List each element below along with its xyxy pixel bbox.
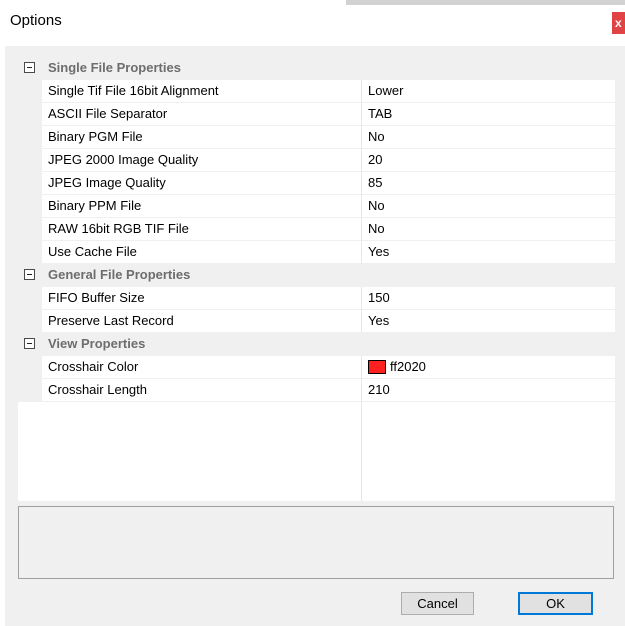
property-name: Single Tif File 16bit Alignment xyxy=(48,83,219,98)
title-bar[interactable]: Options x xyxy=(0,0,625,46)
property-row[interactable]: ASCII File Separator TAB xyxy=(18,103,615,126)
property-value[interactable]: Yes xyxy=(368,313,389,328)
property-grid: Single File Properties Single Tif File 1… xyxy=(18,57,615,501)
property-name: ASCII File Separator xyxy=(48,106,168,121)
category-row-general-file-properties[interactable]: General File Properties xyxy=(18,264,615,287)
cell-separator xyxy=(361,195,362,218)
category-label: Single File Properties xyxy=(48,60,181,75)
row-gutter xyxy=(18,287,42,310)
property-name: JPEG Image Quality xyxy=(48,175,166,190)
cell-separator xyxy=(361,172,362,195)
property-row[interactable]: RAW 16bit RGB TIF File No xyxy=(18,218,615,241)
close-icon: x xyxy=(615,16,622,30)
property-name: Preserve Last Record xyxy=(48,313,174,328)
property-row[interactable]: Crosshair Length 210 xyxy=(18,379,615,402)
property-value[interactable]: TAB xyxy=(368,106,392,121)
property-value[interactable]: No xyxy=(368,129,385,144)
ok-button[interactable]: OK xyxy=(518,592,593,615)
property-row[interactable]: JPEG Image Quality 85 xyxy=(18,172,615,195)
description-pane xyxy=(18,506,614,579)
collapse-icon[interactable] xyxy=(24,62,35,73)
property-value[interactable]: No xyxy=(368,221,385,236)
cell-separator xyxy=(361,149,362,172)
property-value[interactable]: 20 xyxy=(368,152,382,167)
cell-separator xyxy=(361,241,362,264)
category-label: View Properties xyxy=(48,336,146,351)
row-gutter xyxy=(18,310,42,333)
property-row[interactable]: Binary PGM File No xyxy=(18,126,615,149)
property-value[interactable]: 85 xyxy=(368,175,382,190)
property-name: Binary PGM File xyxy=(48,129,143,144)
property-row[interactable]: JPEG 2000 Image Quality 20 xyxy=(18,149,615,172)
window-title: Options xyxy=(10,12,62,29)
cell-separator xyxy=(361,356,362,379)
property-row[interactable]: Binary PPM File No xyxy=(18,195,615,218)
property-name: FIFO Buffer Size xyxy=(48,290,145,305)
row-gutter xyxy=(18,379,42,402)
cell-separator xyxy=(361,103,362,126)
collapse-icon[interactable] xyxy=(24,269,35,280)
cell-separator xyxy=(361,379,362,402)
property-name: RAW 16bit RGB TIF File xyxy=(48,221,189,236)
row-gutter xyxy=(18,218,42,241)
cell-separator xyxy=(361,310,362,333)
property-name: Crosshair Color xyxy=(48,359,139,374)
property-row[interactable]: Single Tif File 16bit Alignment Lower xyxy=(18,80,615,103)
row-gutter xyxy=(18,149,42,172)
property-row[interactable]: Crosshair Color ff2020 xyxy=(18,356,615,379)
category-label: General File Properties xyxy=(48,267,191,282)
category-row-single-file-properties[interactable]: Single File Properties xyxy=(18,57,615,80)
property-value[interactable]: No xyxy=(368,198,385,213)
property-row[interactable]: Preserve Last Record Yes xyxy=(18,310,615,333)
title-strip xyxy=(346,0,625,5)
dialog-client-area: Single File Properties Single Tif File 1… xyxy=(5,46,625,626)
collapse-icon[interactable] xyxy=(24,338,35,349)
options-dialog: Options x Single File Properties Single … xyxy=(0,0,625,626)
property-value[interactable]: ff2020 xyxy=(390,359,426,374)
cell-separator xyxy=(361,218,362,241)
property-value[interactable]: 150 xyxy=(368,290,390,305)
row-gutter xyxy=(18,241,42,264)
property-row[interactable]: Use Cache File Yes xyxy=(18,241,615,264)
row-gutter xyxy=(18,126,42,149)
cancel-button[interactable]: Cancel xyxy=(401,592,474,615)
property-name: Use Cache File xyxy=(48,244,137,259)
row-gutter xyxy=(18,356,42,379)
property-name: Crosshair Length xyxy=(48,382,147,397)
property-value[interactable]: Yes xyxy=(368,244,389,259)
close-button[interactable]: x xyxy=(612,12,625,34)
cell-separator xyxy=(361,80,362,103)
property-name: JPEG 2000 Image Quality xyxy=(48,152,199,167)
property-value[interactable]: 210 xyxy=(368,382,390,397)
row-gutter xyxy=(18,103,42,126)
row-gutter xyxy=(18,80,42,103)
color-swatch[interactable] xyxy=(368,360,386,374)
property-name: Binary PPM File xyxy=(48,198,142,213)
row-gutter xyxy=(18,172,42,195)
cell-separator xyxy=(361,126,362,149)
row-gutter xyxy=(18,195,42,218)
property-row[interactable]: FIFO Buffer Size 150 xyxy=(18,287,615,310)
cell-separator xyxy=(361,287,362,310)
category-row-view-properties[interactable]: View Properties xyxy=(18,333,615,356)
property-value[interactable]: Lower xyxy=(368,83,403,98)
